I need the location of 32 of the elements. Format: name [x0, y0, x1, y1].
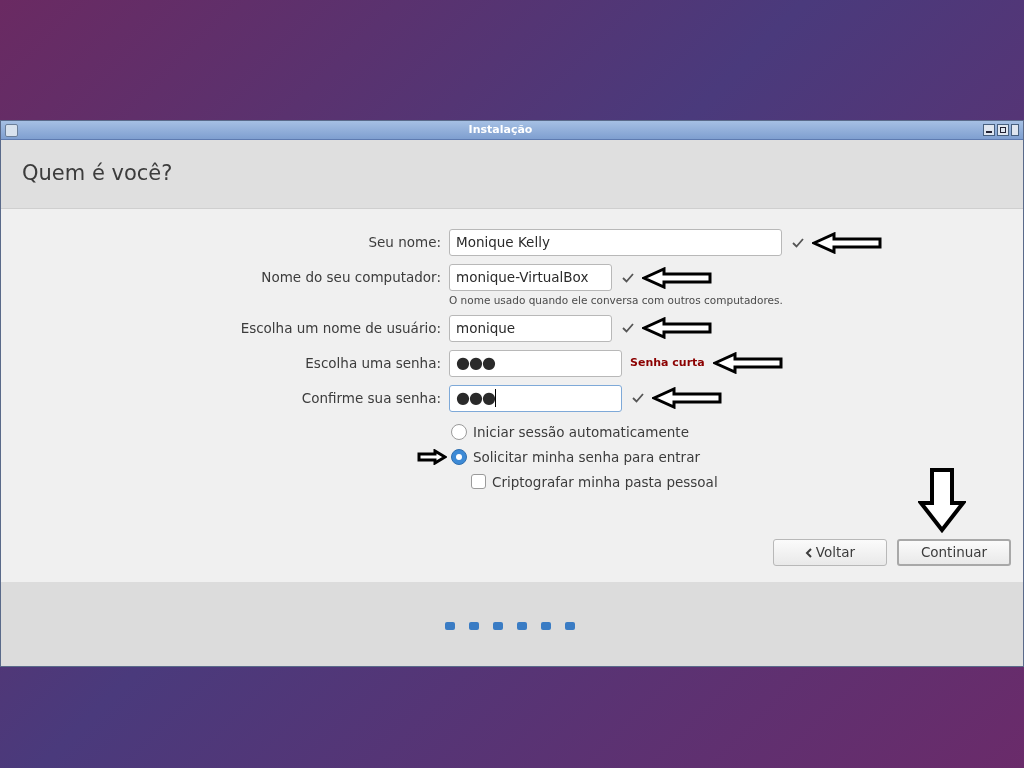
input-field[interactable]: monique-VirtualBox: [449, 264, 612, 291]
checkmark-icon: [792, 237, 804, 248]
field-label: Nome do seu computador:: [260, 268, 441, 288]
checkmark-icon: [622, 323, 634, 334]
back-button[interactable]: Voltar: [773, 539, 887, 566]
radio-button[interactable]: [451, 448, 467, 465]
continue-button[interactable]: Continuar: [897, 539, 1011, 566]
window-title: Instalação: [467, 121, 534, 138]
field-label: Seu nome:: [367, 233, 441, 253]
maximize-button[interactable]: [997, 124, 1009, 136]
checkmark-icon: [622, 272, 634, 283]
checkbox[interactable]: [471, 474, 486, 490]
window-icon: [5, 123, 18, 137]
password-field[interactable]: ●●●: [449, 349, 622, 377]
input-field[interactable]: monique: [449, 314, 612, 342]
minimize-button[interactable]: [983, 124, 995, 136]
radio-button[interactable]: [451, 423, 467, 440]
option-label: Criptografar minha pasta pessoal: [492, 472, 718, 492]
option-label: Iniciar sessão automaticamente: [473, 422, 689, 442]
password-field[interactable]: ●●●: [449, 384, 622, 412]
chevron-left-icon: [804, 547, 812, 558]
input-field[interactable]: Monique Kelly: [449, 229, 782, 256]
field-label: Escolha um nome de usuário:: [239, 319, 441, 339]
hint-text: O nome usado quando ele conversa com outros computadores.: [449, 293, 784, 308]
error-text: Senha curta: [630, 355, 705, 371]
checkmark-icon: [632, 393, 644, 404]
field-label: Confirme sua senha:: [300, 389, 441, 409]
close-button[interactable]: [1011, 124, 1019, 136]
option-label: Solicitar minha senha para entrar: [473, 447, 700, 467]
text-cursor: [494, 389, 496, 408]
page-title: Quem é você?: [22, 160, 173, 188]
field-label: Escolha uma senha:: [304, 354, 441, 374]
